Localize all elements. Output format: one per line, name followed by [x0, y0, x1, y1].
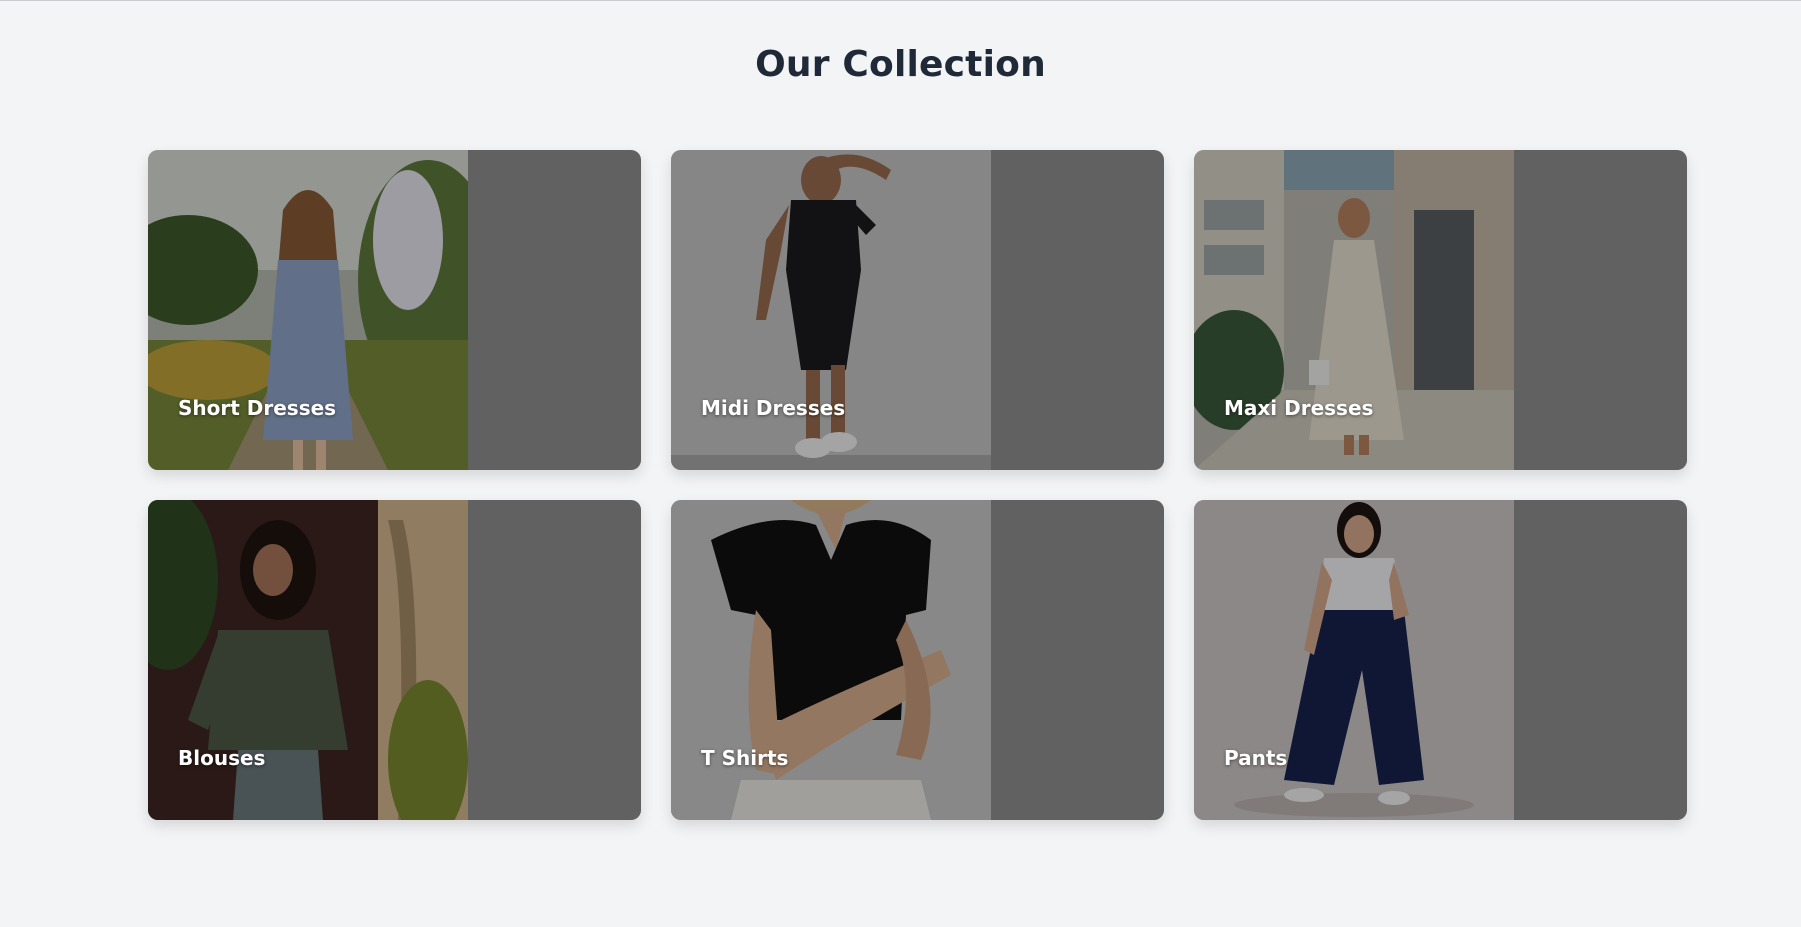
collection-label: Pants [1224, 746, 1288, 770]
collection-label: Maxi Dresses [1224, 396, 1374, 420]
card-overlay [1194, 150, 1687, 470]
card-overlay [671, 500, 1164, 820]
collection-card-short-dresses[interactable]: Short Dresses [148, 150, 641, 470]
collection-card-maxi-dresses[interactable]: Maxi Dresses [1194, 150, 1687, 470]
card-overlay [148, 150, 641, 470]
collection-card-blouses[interactable]: Blouses [148, 500, 641, 820]
card-overlay [148, 500, 641, 820]
card-overlay [671, 150, 1164, 470]
top-border [0, 0, 1801, 1]
collection-label: T Shirts [701, 746, 789, 770]
card-overlay [1194, 500, 1687, 820]
collection-grid: Short Dresses Midi Dresses Maxi Dresses … [148, 150, 1688, 820]
collection-card-t-shirts[interactable]: T Shirts [671, 500, 1164, 820]
collection-card-pants[interactable]: Pants [1194, 500, 1687, 820]
collection-card-midi-dresses[interactable]: Midi Dresses [671, 150, 1164, 470]
collection-label: Blouses [178, 746, 266, 770]
collection-label: Midi Dresses [701, 396, 846, 420]
collection-label: Short Dresses [178, 396, 337, 420]
page-title: Our Collection [755, 44, 1046, 85]
